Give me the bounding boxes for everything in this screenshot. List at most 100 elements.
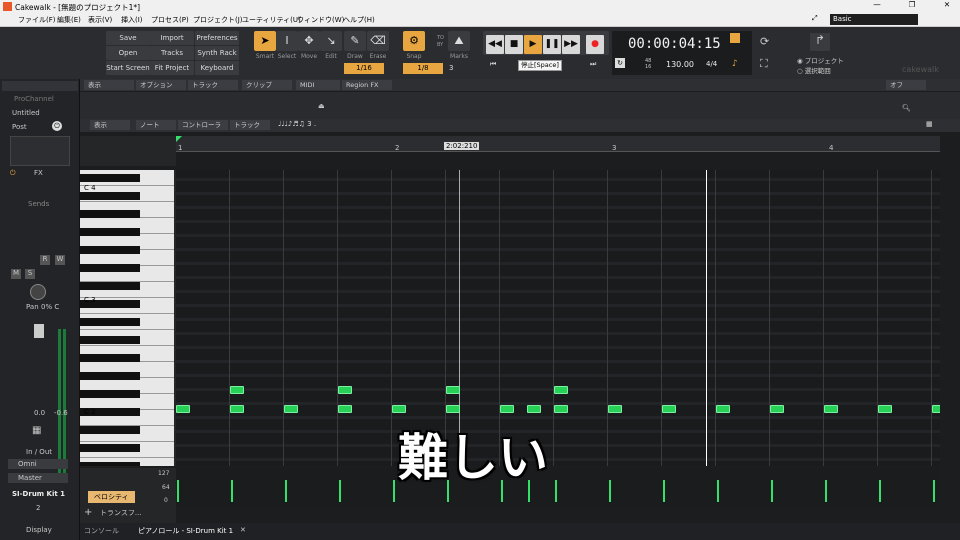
midi-note[interactable] bbox=[608, 405, 622, 413]
velocity-bar[interactable] bbox=[771, 480, 773, 502]
pan-knob[interactable] bbox=[30, 284, 46, 300]
import-button[interactable]: Import bbox=[150, 31, 194, 45]
inspector-tabs[interactable] bbox=[2, 81, 78, 91]
rewind-icon[interactable]: ◀◀ bbox=[486, 35, 504, 54]
proll-menu-controllers[interactable]: コントローラ bbox=[178, 120, 228, 130]
pause-icon[interactable]: ❚❚ bbox=[543, 35, 561, 54]
velocity-bar[interactable] bbox=[663, 480, 665, 502]
midi-note[interactable] bbox=[446, 386, 460, 394]
metronome-toggle[interactable] bbox=[730, 33, 740, 43]
meter-value[interactable]: 4/4 bbox=[706, 60, 717, 68]
menu-process[interactable]: プロセス(P) bbox=[151, 15, 189, 25]
velocity-bar[interactable] bbox=[393, 480, 395, 502]
tracks-button[interactable]: Tracks bbox=[150, 46, 194, 60]
menu-help[interactable]: ヘルプ(H) bbox=[343, 15, 375, 25]
midi-note[interactable] bbox=[230, 386, 244, 394]
piano-keyboard[interactable]: C 4 C 3 C 2 bbox=[80, 170, 176, 466]
eq-graph[interactable] bbox=[10, 136, 70, 166]
menu-window[interactable]: ウィンドウ(W) bbox=[297, 15, 344, 25]
menu-region-fx[interactable]: Region FX bbox=[342, 80, 392, 90]
midi-note[interactable] bbox=[527, 405, 541, 413]
midi-note[interactable] bbox=[338, 405, 352, 413]
read-button[interactable]: R bbox=[40, 255, 50, 265]
play-icon[interactable]: ▶ bbox=[524, 35, 542, 54]
tab-close-icon[interactable]: ✕ bbox=[240, 526, 246, 534]
scope-selection-radio[interactable]: ○ 選択範囲 bbox=[797, 65, 831, 75]
menu-view-tracks[interactable]: 表示 bbox=[84, 80, 134, 90]
proll-menu-notes[interactable]: ノート bbox=[136, 120, 176, 130]
metronome-icon[interactable]: ♪ bbox=[732, 59, 738, 69]
save-button[interactable]: Save bbox=[106, 31, 150, 45]
scope-project-radio[interactable]: ◉ プロジェクト bbox=[797, 55, 844, 65]
workspace-select[interactable]: Basic bbox=[830, 14, 918, 25]
midi-note[interactable] bbox=[554, 405, 568, 413]
draw-tool-icon[interactable]: ✎ bbox=[344, 31, 366, 51]
menu-track[interactable]: トラック bbox=[188, 80, 238, 90]
minimize-button[interactable]: — bbox=[870, 0, 884, 9]
midi-note[interactable] bbox=[500, 405, 514, 413]
midi-note[interactable] bbox=[662, 405, 676, 413]
velocity-bar[interactable] bbox=[933, 480, 935, 502]
keyboard-icon[interactable]: ▦ bbox=[32, 425, 41, 436]
midi-note[interactable] bbox=[932, 405, 940, 413]
triplet-value[interactable]: 3 bbox=[449, 64, 453, 72]
preferences-button[interactable]: Preferences bbox=[195, 31, 239, 45]
midi-note[interactable] bbox=[392, 405, 406, 413]
export-icon[interactable]: ↱ bbox=[810, 33, 830, 51]
transform-label[interactable]: トランスフ... bbox=[100, 508, 142, 518]
zoom-icons[interactable]: 🔍︎ bbox=[902, 104, 911, 112]
proll-menu-view[interactable]: 表示 bbox=[90, 120, 130, 130]
midi-note[interactable] bbox=[284, 405, 298, 413]
midi-note[interactable] bbox=[878, 405, 892, 413]
velocity-bar[interactable] bbox=[285, 480, 287, 502]
menu-edit[interactable]: 編集(E) bbox=[57, 15, 81, 25]
velocity-bar[interactable] bbox=[609, 480, 611, 502]
proll-menu-track[interactable]: トラック bbox=[230, 120, 270, 130]
menu-options[interactable]: オプション bbox=[136, 80, 186, 90]
fx-power-icon[interactable]: ⏻ bbox=[10, 169, 16, 178]
close-button[interactable]: ✕ bbox=[940, 0, 954, 9]
select-tool-icon[interactable]: I bbox=[276, 31, 298, 51]
open-button[interactable]: Open bbox=[106, 46, 150, 60]
fit-project-button[interactable]: Fit Project bbox=[150, 61, 194, 75]
midi-note[interactable] bbox=[446, 405, 460, 413]
post-label[interactable]: Post bbox=[12, 123, 27, 131]
velocity-bar[interactable] bbox=[717, 480, 719, 502]
edit-tool-icon[interactable]: ↘ bbox=[320, 31, 342, 51]
midi-note[interactable] bbox=[824, 405, 838, 413]
display-label[interactable]: Display bbox=[26, 526, 52, 534]
velocity-bar[interactable] bbox=[339, 480, 341, 502]
menu-file[interactable]: ファイル(F) bbox=[18, 15, 56, 25]
start-screen-button[interactable]: Start Screen bbox=[106, 61, 150, 75]
solo-button[interactable]: S bbox=[25, 269, 35, 279]
fit-icon[interactable]: ⛶ bbox=[760, 57, 768, 71]
goto-end-icon[interactable]: ⏭ bbox=[590, 60, 596, 69]
menu-midi[interactable]: MIDI bbox=[296, 80, 340, 90]
snap-icon[interactable]: ⚙ bbox=[403, 31, 425, 51]
grid-icon[interactable]: ▦ bbox=[926, 120, 933, 128]
write-button[interactable]: W bbox=[55, 255, 65, 265]
tab-console[interactable]: コンソール bbox=[84, 526, 119, 536]
note-grid[interactable] bbox=[176, 170, 940, 466]
marks-icon[interactable]: ⛰ bbox=[448, 31, 470, 51]
goto-start-icon[interactable]: ⏮ bbox=[490, 60, 496, 69]
add-lane-button[interactable]: + bbox=[84, 507, 92, 518]
midi-note[interactable] bbox=[338, 386, 352, 394]
fast-forward-icon[interactable]: ▶▶ bbox=[562, 35, 580, 54]
timeline-ruler[interactable]: 1 2 3 4 2:02:210 bbox=[176, 136, 940, 152]
record-icon[interactable]: ● bbox=[586, 35, 604, 54]
stop-icon[interactable]: ■ bbox=[505, 35, 523, 54]
midi-note[interactable] bbox=[716, 405, 730, 413]
off-select[interactable]: オフ bbox=[886, 80, 926, 90]
menu-utility[interactable]: ユーティリティ(U) bbox=[242, 15, 301, 25]
midi-note[interactable] bbox=[770, 405, 784, 413]
move-tool-icon[interactable]: ✥ bbox=[298, 31, 320, 51]
velocity-bar[interactable] bbox=[177, 480, 179, 502]
loop-start-flag[interactable] bbox=[176, 136, 182, 142]
synth-rack-button[interactable]: Synth Rack bbox=[195, 46, 239, 60]
note-duration-icons[interactable]: ♩♩♩♪♬♫ 3 . bbox=[278, 120, 316, 128]
tab-pianoroll[interactable]: ピアノロール - SI-Drum Kit 1 bbox=[138, 526, 233, 536]
volume-fader[interactable] bbox=[34, 324, 44, 338]
loop-region-icon[interactable]: ⟳ bbox=[760, 35, 769, 48]
now-time-marker[interactable]: 2:02:210 bbox=[444, 142, 480, 150]
